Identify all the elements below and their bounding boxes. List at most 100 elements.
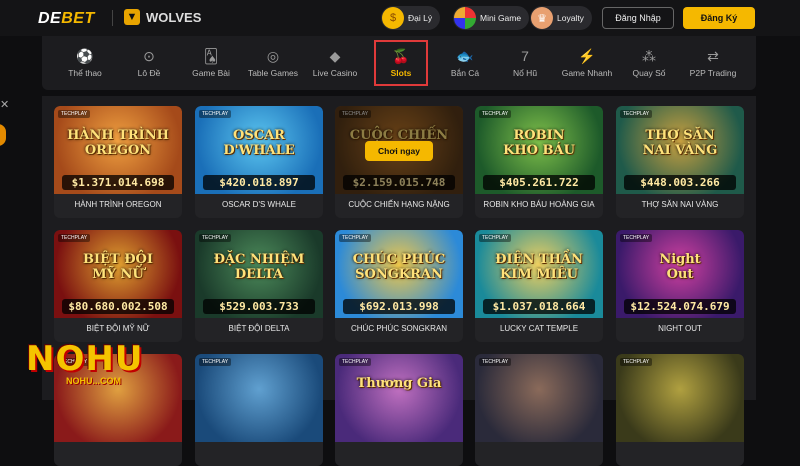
game-name: BIỆT ĐỘI MỸ NỮ [86,324,150,333]
game-name: THỢ SĂN NAI VÀNG [641,200,719,209]
jackpot-amount: $448.003.266 [624,175,736,190]
game-thumbnail[interactable]: TECHPLAY Night Out $12.524.074.679 [616,230,744,318]
watermark-logo-text: NOHU [26,339,144,379]
cards-icon: 🂡 [203,48,219,64]
logo-primary-text: DE [38,10,62,27]
provider-badge: TECHPLAY [479,110,512,118]
game-card[interactable]: TECHPLAY CHÚC PHÚC SONGKRAN $692.013.998 CH… [335,230,463,342]
game-thumbnail[interactable]: TECHPLAY ĐẶC NHIỆM DELTA $529.003.733 [195,230,323,318]
game-name: BIỆT ĐỘI DELTA [228,324,290,333]
crown-icon: ♛ [531,7,553,29]
game-card[interactable]: TECHPLAY THỢ SĂN NAI VÀNG $448.003.266 THỢ … [616,106,744,218]
tab-game-b-i[interactable]: 🂡 Game Bài [180,36,242,90]
category-bar: ⚽ Thể thao ⊙ Lô Đề 🂡 Game Bài ◎ Table Games ◆ Liv… [42,36,756,90]
game-thumbnail[interactable]: TECHPLAY OSCAR D'WHALE $420.018.897 [195,106,323,194]
logo-accent-text: BET [61,10,95,27]
fish-icon: 🐟 [456,48,474,64]
tab-label: Nổ Hũ [512,68,538,78]
game-thumbnail[interactable]: TECHPLAY ĐIỆN THẦN KIM MIÊU $1.037.018.664 [475,230,603,318]
tab-slots[interactable]: 🍒 Slots [370,36,432,90]
register-button[interactable]: Đăng Ký [683,7,755,29]
jackpot-amount: $1.371.014.698 [62,175,174,190]
agent-promo-button[interactable]: $ Đại Lý [381,6,441,30]
provider-badge: TECHPLAY [58,234,91,242]
game-name: CUỘC CHIẾN HẠNG NẶNG [348,200,450,209]
soccer-ball-icon: ⚽ [76,48,94,64]
tab-th-thao[interactable]: ⚽ Thể thao [54,36,116,90]
partner-logo: ▼ WOLVES [124,9,201,25]
game-thumbnail[interactable]: TECHPLAY ROBIN KHO BÁU $405.261.722 [475,106,603,194]
lottery-icon: ⁂ [642,48,656,64]
game-name: LUCKY CAT TEMPLE [499,324,579,333]
tab-label: Game Nhanh [561,68,613,78]
game-card[interactable]: TECHPLAY Night Out $12.524.074.679 NIGHT OU… [616,230,744,342]
jackpot-amount: $12.524.074.679 [624,299,736,314]
game-card[interactable]: TECHPLAY ĐẶC NHIỆM DELTA $529.003.733 BIỆT … [195,230,323,342]
mini-game-button[interactable]: Mini Game [453,6,530,30]
logo-divider [112,10,113,26]
game-art-title: Night Out [659,252,701,282]
jackpot-amount: $405.261.722 [483,175,595,190]
tab-n-h-[interactable]: 7 Nổ Hũ [494,36,556,90]
game-thumbnail[interactable]: TECHPLAY [475,354,603,442]
game-card[interactable]: TECHPLAY [475,354,603,466]
play-now-button[interactable]: Chơi ngay [365,141,433,161]
cherry-icon: 🍒 [392,48,410,64]
loyalty-button[interactable]: ♛ Loyalty [530,6,592,30]
side-promo-tab[interactable] [0,124,6,146]
game-card[interactable]: TECHPLAY OSCAR D'WHALE $420.018.897 OSCAR D… [195,106,323,218]
game-thumbnail[interactable]: TECHPLAY CUỘC CHIẾN $2.159.015.748 Chơi nga… [335,106,463,194]
game-card[interactable]: TECHPLAY CUỘC CHIẾN $2.159.015.748 Chơi nga… [335,106,463,218]
jackpot-amount: $80.680.002.508 [62,299,174,314]
game-thumbnail[interactable]: TECHPLAY THỢ SĂN NAI VÀNG $448.003.266 [616,106,744,194]
game-thumbnail[interactable]: TECHPLAY [616,354,744,442]
tab-label: Quay Số [632,68,666,78]
p2p-icon: ⇄ [707,48,719,64]
debet-logo[interactable]: DEBET [38,10,95,28]
tab-quay-s-[interactable]: ⁂ Quay Số [618,36,680,90]
tab-b-n-c-[interactable]: 🐟 Bắn Cá [434,36,496,90]
tab-label: P2P Trading [689,68,737,78]
game-grid: TECHPLAY HÀNH TRÌNH OREGON $1.371.014.698 H… [42,96,756,466]
game-name: CHÚC PHÚC SONGKRAN [350,324,447,333]
tab-l-[interactable]: ⊙ Lô Đề [118,36,180,90]
promo-label: Loyalty [557,13,584,23]
provider-badge: TECHPLAY [479,358,512,366]
promo-label: Đại Lý [408,13,433,23]
game-thumbnail[interactable]: TECHPLAY [195,354,323,442]
game-art-title: THỢ SĂN NAI VÀNG [642,128,718,158]
game-name: OSCAR D'S WHALE [222,200,296,209]
game-card[interactable]: TECHPLAY Thương Gia [335,354,463,466]
tab-label: Table Games [247,68,299,78]
game-card[interactable]: TECHPLAY [616,354,744,466]
tab-table-games[interactable]: ◎ Table Games [242,36,304,90]
lottery-balls-icon: ⊙ [143,48,155,64]
game-art-title: BIỆT ĐỘI MỸ NỮ [83,252,153,282]
tab-p2p-trading[interactable]: ⇄ P2P Trading [682,36,744,90]
game-name: HÀNH TRÌNH OREGON [74,200,162,209]
wolf-icon: ▼ [124,9,140,25]
game-card[interactable]: TECHPLAY [195,354,323,466]
diamond-icon: ◆ [329,48,341,64]
tab-game-nhanh[interactable]: ⚡ Game Nhanh [556,36,618,90]
close-icon[interactable]: ✕ [0,98,9,111]
promo-label: Mini Game [480,13,522,23]
game-art-title: HÀNH TRÌNH OREGON [67,128,169,158]
game-card[interactable]: TECHPLAY ĐIỆN THẦN KIM MIÊU $1.037.018.664… [475,230,603,342]
provider-badge: TECHPLAY [620,358,653,366]
game-name: NIGHT OUT [658,324,702,333]
game-thumbnail[interactable]: TECHPLAY CHÚC PHÚC SONGKRAN $692.013.998 [335,230,463,318]
jackpot-amount: $420.018.897 [203,175,315,190]
game-thumbnail[interactable]: TECHPLAY HÀNH TRÌNH OREGON $1.371.014.698 [54,106,182,194]
game-art-title: ĐẶC NHIỆM DELTA [213,252,305,282]
tab-live-casino[interactable]: ◆ Live Casino [304,36,366,90]
game-art-title: ROBIN KHO BÁU [503,128,575,158]
game-thumbnail[interactable]: TECHPLAY BIỆT ĐỘI MỸ NỮ $80.680.002.508 [54,230,182,318]
game-card[interactable]: TECHPLAY HÀNH TRÌNH OREGON $1.371.014.698 H… [54,106,182,218]
jackpot-amount: $529.003.733 [203,299,315,314]
game-card[interactable]: TECHPLAY ROBIN KHO BÁU $405.261.722 ROBIN K… [475,106,603,218]
game-thumbnail[interactable]: TECHPLAY Thương Gia [335,354,463,442]
login-button[interactable]: Đăng Nhập [602,7,674,29]
game-art-title: Thương Gia [356,376,442,391]
game-card[interactable]: TECHPLAY BIỆT ĐỘI MỸ NỮ $80.680.002.508 BIỆ… [54,230,182,342]
